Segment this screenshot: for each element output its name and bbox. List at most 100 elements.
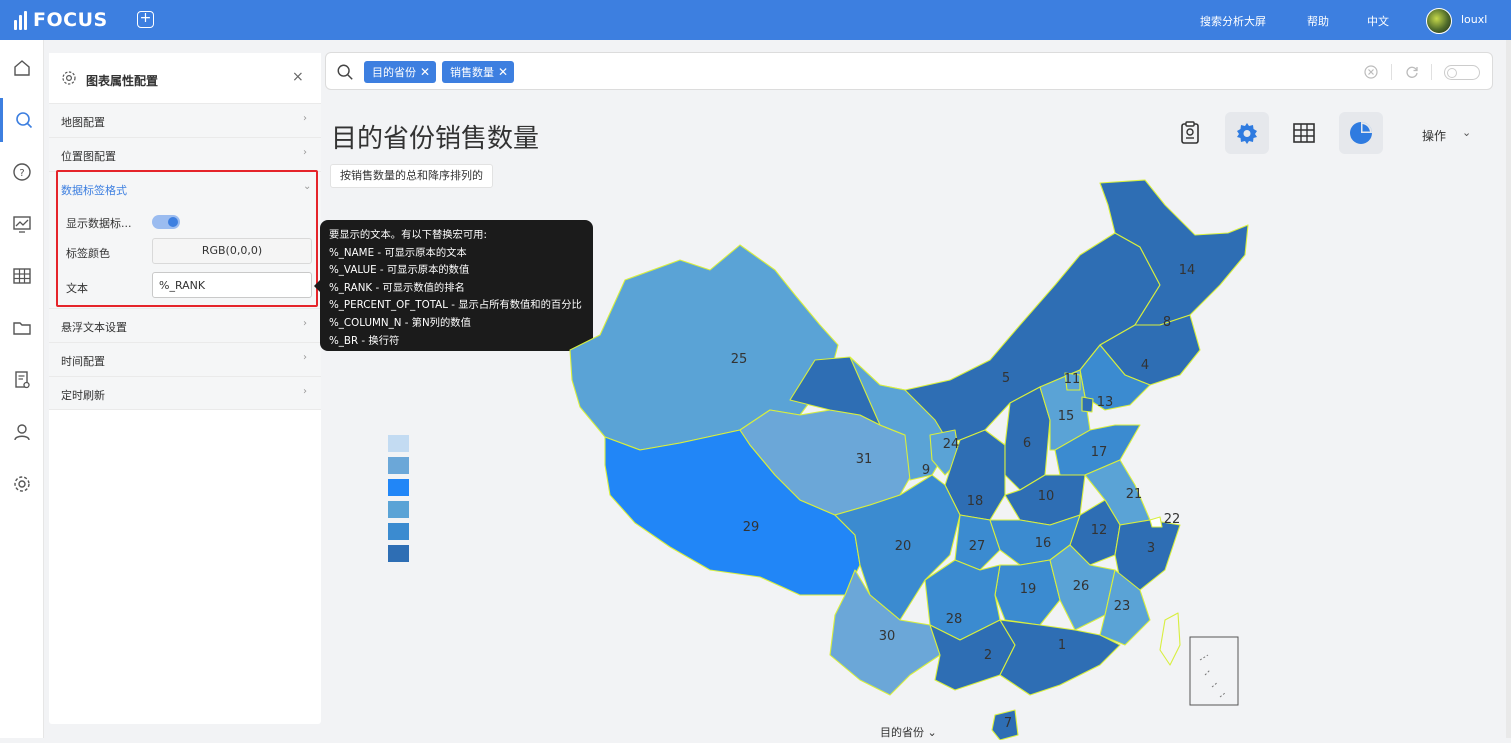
axis-caption-text: 目的省份 <box>880 726 924 739</box>
avatar[interactable] <box>1426 8 1452 34</box>
search-mode-toggle[interactable] <box>1444 65 1480 80</box>
section-map-config[interactable]: 地图配置 › <box>49 103 321 137</box>
region-rank-label: 5 <box>1002 371 1010 386</box>
region-rank-label: 8 <box>1163 315 1171 330</box>
section-label: 位置图配置 <box>61 150 116 163</box>
legend-swatch[interactable] <box>388 501 409 518</box>
region-rank-label: 28 <box>946 612 963 627</box>
top-bar: FOCUS + 搜索分析大屏 帮助 中文 louxl <box>0 0 1511 40</box>
legend-swatch[interactable] <box>388 457 409 474</box>
macro-help-tooltip: 要显示的文本。有以下替换宏可用: %_NAME - 可显示原本的文本 %_VAL… <box>314 220 593 351</box>
region-rank-label: 12 <box>1091 523 1108 538</box>
refresh-icon[interactable] <box>1405 65 1419 79</box>
tag-label: 目的省份 <box>372 66 416 79</box>
chevron-right-icon: › <box>303 113 307 124</box>
operations-menu[interactable]: 操作 <box>1422 127 1446 144</box>
close-icon[interactable]: ✕ <box>420 65 430 79</box>
search-icon <box>337 64 353 80</box>
region-rank-label: 17 <box>1091 445 1108 460</box>
highlight-box <box>56 170 318 307</box>
region-rank-label: 3 <box>1147 541 1155 556</box>
clear-icon[interactable] <box>1364 65 1378 79</box>
region-rank-label: 14 <box>1179 263 1196 278</box>
clipboard-badge-icon[interactable] <box>1168 112 1212 154</box>
language-link[interactable]: 中文 <box>1367 13 1389 29</box>
chevron-right-icon: › <box>303 386 307 397</box>
settings-icon[interactable] <box>0 462 44 506</box>
section-hover-text[interactable]: 悬浮文本设置 › <box>49 308 321 342</box>
search-bar[interactable]: 目的省份 ✕ 销售数量 ✕ <box>325 52 1493 90</box>
region-rank-label: 4 <box>1141 358 1149 373</box>
legend-swatch[interactable] <box>388 479 409 496</box>
region-tianjin <box>1081 396 1094 413</box>
region-rank-label: 27 <box>969 539 986 554</box>
south-china-sea-inset <box>1189 636 1239 706</box>
close-icon[interactable]: × <box>292 69 304 85</box>
search-tag-province[interactable]: 目的省份 ✕ <box>364 61 437 83</box>
search-icon[interactable] <box>0 98 44 142</box>
legend-swatch[interactable] <box>388 545 409 562</box>
region-rank-label: 15 <box>1058 409 1075 424</box>
tooltip-line: %_NAME - 可显示原本的文本 <box>329 246 467 259</box>
region-rank-label: 11 <box>1064 372 1081 387</box>
region-rank-label: 1 <box>1058 638 1066 653</box>
help-icon[interactable]: ? <box>0 150 44 194</box>
dashboard-icon[interactable] <box>0 202 44 246</box>
region-rank-label: 24 <box>943 437 960 452</box>
chevron-down-icon[interactable]: ⌄ <box>1462 126 1471 139</box>
legend-swatch[interactable] <box>388 435 409 452</box>
chevron-down-icon: ⌄ <box>927 726 937 739</box>
panel-title: 图表属性配置 <box>86 74 159 88</box>
username[interactable]: louxl <box>1461 13 1487 26</box>
tooltip-line: %_BR - 换行符 <box>329 334 400 347</box>
region-taiwan <box>1159 612 1181 666</box>
region-rank-label: 31 <box>856 452 873 467</box>
gear-icon <box>62 71 76 85</box>
legend-swatch[interactable] <box>388 523 409 540</box>
user-icon[interactable] <box>0 410 44 454</box>
region-rank-label: 20 <box>895 539 912 554</box>
left-nav: ? <box>0 40 44 738</box>
gear-icon[interactable] <box>1225 112 1269 154</box>
tooltip-line: %_PERCENT_OF_TOTAL - 显示占所有数值和的百分比 <box>329 299 582 312</box>
section-label: 地图配置 <box>61 116 105 129</box>
focus-logo[interactable]: FOCUS <box>14 8 108 32</box>
section-scheduled-refresh[interactable]: 定时刷新 › <box>49 376 321 410</box>
region-rank-label: 25 <box>731 352 748 367</box>
table-view-icon[interactable] <box>1282 112 1326 154</box>
section-time-config[interactable]: 时间配置 › <box>49 342 321 376</box>
table-icon[interactable] <box>0 254 44 298</box>
svg-text:?: ? <box>19 168 24 179</box>
section-label: 定时刷新 <box>61 389 105 402</box>
tooltip-line: 要显示的文本。有以下替换宏可用: <box>329 229 487 241</box>
region-rank-label: 21 <box>1126 487 1143 502</box>
region-rank-label: 18 <box>967 494 984 509</box>
region-rank-label: 23 <box>1114 599 1131 614</box>
new-tab-plus-icon[interactable]: + <box>137 11 154 28</box>
close-icon[interactable]: ✕ <box>498 65 508 79</box>
tag-label: 销售数量 <box>450 66 494 79</box>
region-rank-label: 13 <box>1097 395 1114 410</box>
region-rank-label: 10 <box>1038 489 1055 504</box>
help-link[interactable]: 帮助 <box>1307 13 1329 29</box>
search-tag-quantity[interactable]: 销售数量 ✕ <box>442 61 515 83</box>
tooltip-line: %_COLUMN_N - 第N列的数值 <box>329 316 471 329</box>
region-rank-label: 22 <box>1164 512 1181 527</box>
chart-config-panel: 图表属性配置 × 地图配置 › 位置图配置 › 数据标签格式 ⌄ 显示数据标..… <box>49 53 321 724</box>
map-svg[interactable]: 1234567891011121314151617181920212223242… <box>560 175 1260 741</box>
pie-chart-icon[interactable] <box>1339 112 1383 154</box>
sort-hint-chip[interactable]: 按销售数量的总和降序排列的 <box>330 164 493 188</box>
chevron-right-icon: › <box>303 352 307 363</box>
logo-text: FOCUS <box>33 9 108 31</box>
section-position-config[interactable]: 位置图配置 › <box>49 137 321 171</box>
report-settings-icon[interactable] <box>0 358 44 402</box>
china-choropleth-map[interactable]: 1 2 3 4 5 6 7 8 9 10 11 12 13 14 15 16 17 18 19 20 21 22 23 24 2… <box>560 175 1260 741</box>
folder-icon[interactable] <box>0 306 44 350</box>
region-rank-label: 2 <box>984 648 992 663</box>
home-icon[interactable] <box>0 46 44 90</box>
big-screen-link[interactable]: 搜索分析大屏 <box>1200 13 1266 29</box>
page-scrollbar[interactable] <box>1506 40 1511 738</box>
region-rank-label: 29 <box>743 520 760 535</box>
chart-title: 目的省份销售数量 <box>331 124 540 154</box>
region-shanghai <box>1149 516 1163 528</box>
